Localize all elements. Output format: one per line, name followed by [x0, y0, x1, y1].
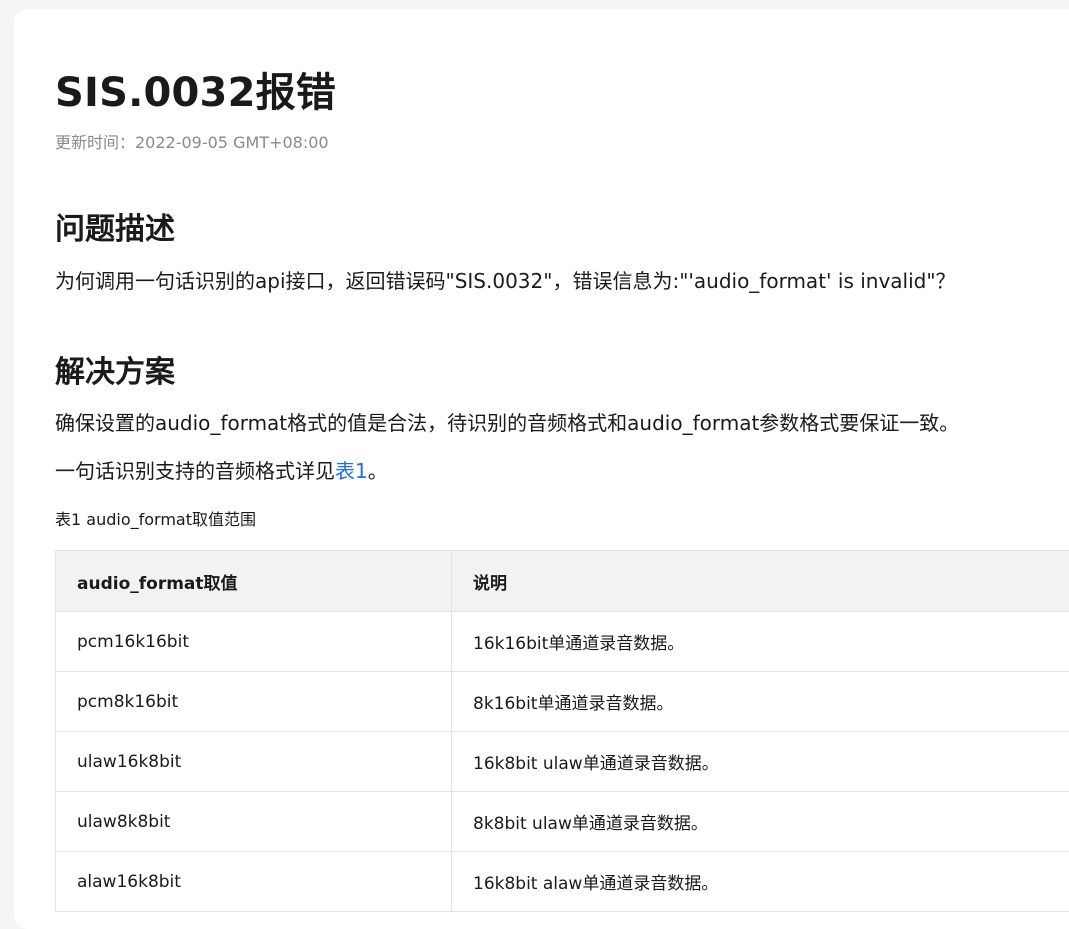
table-cell-format: ulaw16k8bit [56, 732, 452, 792]
table-row: ulaw16k8bit 16k8bit ulaw单通道录音数据。 [56, 732, 1069, 792]
document-card: SIS.0032报错 更新时间：2022-09-05 GMT+08:00 问题描… [14, 9, 1069, 929]
section-heading-problem: 问题描述 [55, 210, 175, 250]
update-time: 更新时间：2022-09-05 GMT+08:00 [55, 132, 329, 154]
table-header-row: audio_format取值 说明 [56, 551, 1069, 612]
table-cell-description: 8k8bit ulaw单通道录音数据。 [452, 792, 1069, 852]
audio-format-table: audio_format取值 说明 pcm16k16bit 16k16bit单通… [55, 550, 1069, 912]
problem-description: 为何调用一句话识别的api接口，返回错误码"SIS.0032"，错误信息为:"'… [55, 267, 956, 295]
solution-reference-prefix: 一句话识别支持的音频格式详见 [55, 459, 335, 483]
table-cell-description: 16k8bit ulaw单通道录音数据。 [452, 732, 1069, 792]
section-heading-solution: 解决方案 [55, 353, 175, 393]
table-cell-description: 8k16bit单通道录音数据。 [452, 672, 1069, 732]
table-cell-format: alaw16k8bit [56, 852, 452, 912]
solution-reference: 一句话识别支持的音频格式详见表1。 [55, 457, 388, 485]
table-row: pcm16k16bit 16k16bit单通道录音数据。 [56, 612, 1069, 672]
table-cell-format: ulaw8k8bit [56, 792, 452, 852]
table-cell-format: pcm8k16bit [56, 672, 452, 732]
table-1-link[interactable]: 表1 [335, 459, 368, 483]
table-cell-format: pcm16k16bit [56, 612, 452, 672]
table-row: alaw16k8bit 16k8bit alaw单通道录音数据。 [56, 852, 1069, 912]
table-row: ulaw8k8bit 8k8bit ulaw单通道录音数据。 [56, 792, 1069, 852]
page-title: SIS.0032报错 [55, 65, 336, 121]
solution-reference-suffix: 。 [368, 459, 388, 483]
table-cell-description: 16k16bit单通道录音数据。 [452, 612, 1069, 672]
table-cell-description: 16k8bit alaw单通道录音数据。 [452, 852, 1069, 912]
table-caption: 表1 audio_format取值范围 [55, 509, 256, 531]
solution-text: 确保设置的audio_format格式的值是合法，待识别的音频格式和audio_… [55, 409, 959, 437]
table-row: pcm8k16bit 8k16bit单通道录音数据。 [56, 672, 1069, 732]
table-header-value: audio_format取值 [56, 551, 452, 612]
table-header-description: 说明 [452, 551, 1069, 612]
